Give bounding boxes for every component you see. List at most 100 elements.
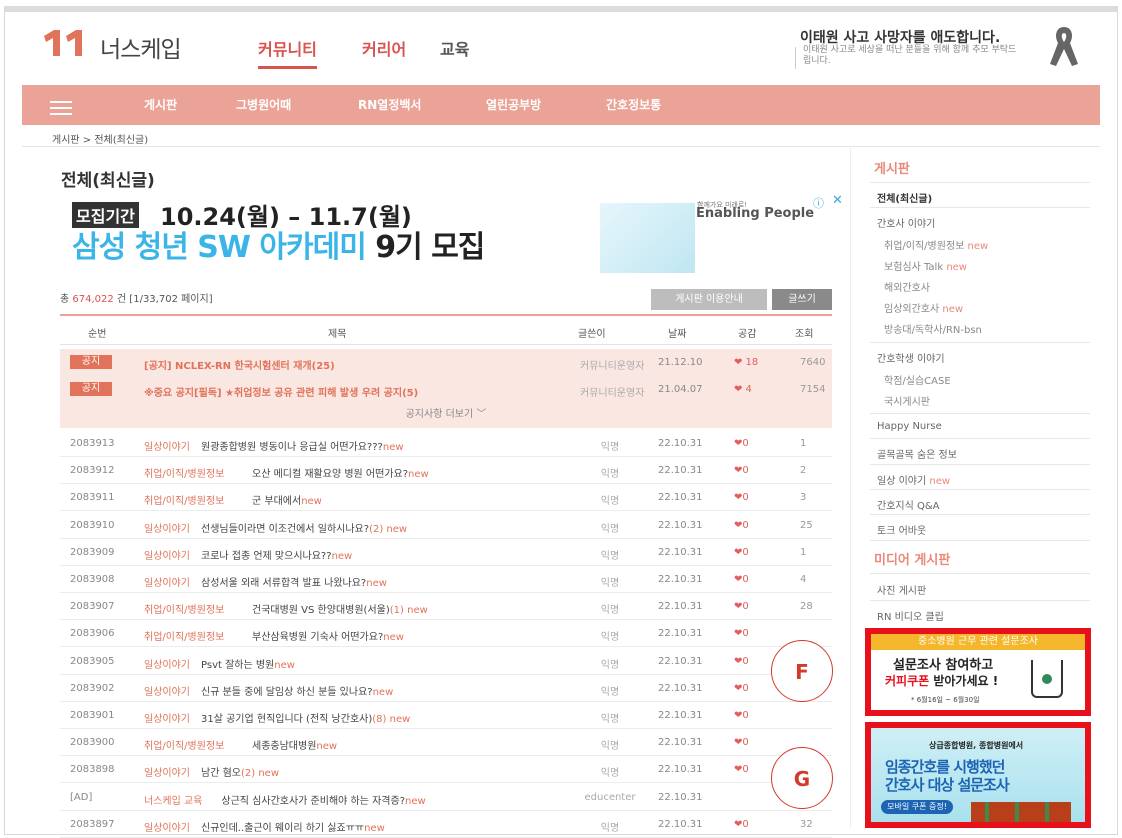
post-category[interactable]: 일상이야기 xyxy=(144,764,190,779)
logo-text[interactable]: 너스케입 xyxy=(100,30,182,64)
post-category[interactable]: 취업/이직/병원정보 xyxy=(144,465,224,480)
post-title[interactable]: 남간 혐오(2) new xyxy=(201,764,279,779)
table-row[interactable]: 2083902 일상이야기 신규 분들 중에 달임상 하신 분들 있나요?new 익명… xyxy=(60,675,832,702)
post-title[interactable]: 코로나 접종 언제 맞으시나요??new xyxy=(201,547,352,562)
sidebar-heading-media: 미디어 게시판 xyxy=(874,553,951,568)
topnav-education[interactable]: 교육 xyxy=(440,36,469,60)
survey-ad-g-button[interactable]: 모바일 쿠폰 증정! xyxy=(881,800,953,814)
post-category[interactable]: 취업/이직/병원정보 xyxy=(144,628,224,643)
survey-ad-g[interactable]: 상급종합병원, 종합병원에서 임종간호를 시행했던 간호사 대상 설문조사 모바… xyxy=(865,722,1091,828)
table-row[interactable]: 2083907 취업/이직/병원정보 건국대병원 VS 한양대병원(서울)(1) n… xyxy=(60,593,832,621)
table-row[interactable]: 2083897 일상이야기 신규인데..출근이 웨이리 하기 싫죠ㅠㅠnew 익명 22… xyxy=(60,811,832,838)
survey-ad-g-line2: 간호사 대상 설문조사 xyxy=(885,776,1010,794)
sidebar-subitem[interactable]: 해외간호사 xyxy=(884,279,930,294)
new-badge: new xyxy=(316,741,338,753)
post-title-text: 남간 혐오 xyxy=(201,768,241,780)
sidebar-subitem[interactable]: 보험심사 Talk new xyxy=(884,258,967,273)
sidebar-subitem-exam[interactable]: 국시게시판 xyxy=(884,393,930,408)
post-category[interactable]: 일상이야기 xyxy=(144,656,190,671)
post-title-text: 세종충남대병원 xyxy=(252,741,317,753)
post-category[interactable]: 일상이야기 xyxy=(144,710,190,725)
sidebar-item-all[interactable]: 전체(최신글) xyxy=(877,190,932,205)
write-button[interactable]: 글쓰기 xyxy=(772,289,832,310)
page-title: 전체(최신글) xyxy=(61,171,155,191)
post-title-text: Psvt 잘하는 병원 xyxy=(201,659,275,671)
post-title-text: 원광종합병원 병동이나 응급실 어떤가요??? xyxy=(201,442,383,453)
navbar-item-info[interactable]: 간호정보통 xyxy=(606,96,661,113)
navbar-item-rn[interactable]: RN열정백서 xyxy=(358,96,421,113)
sidebar-subitem-case[interactable]: 학점/실습CASE xyxy=(884,372,951,387)
sidebar-subitem[interactable]: 임상외간호사 new xyxy=(884,300,963,315)
sidebar-item-photo[interactable]: 사진 게시판 xyxy=(877,582,926,597)
sidebar-item-info[interactable]: 골목골목 숨은 정보 xyxy=(877,446,957,461)
sidebar-subitem-label: 해외간호사 xyxy=(884,283,930,294)
post-category[interactable]: 취업/이직/병원정보 xyxy=(144,492,224,507)
post-title[interactable]: 선생님들이라면 이조건에서 일하시나요?(2) new xyxy=(201,520,407,535)
post-title[interactable]: 신규 분들 중에 달임상 하신 분들 있나요?new xyxy=(201,683,393,698)
sidebar-item-talk[interactable]: 토크 어바웃 xyxy=(877,522,926,537)
post-title-text: 오산 메디컬 재활요양 병원 어떤가요? xyxy=(252,469,409,481)
ad-headline[interactable]: 삼성 청년 SW 아카데미 9기 모집 xyxy=(72,222,485,266)
board-guide-button[interactable]: 게시판 이용안내 xyxy=(651,289,767,310)
sidebar-item-qa[interactable]: 간호지식 Q&A xyxy=(877,497,940,512)
post-category[interactable]: 취업/이직/병원정보 xyxy=(144,737,224,752)
post-title[interactable]: Psvt 잘하는 병원new xyxy=(201,656,295,671)
post-title[interactable]: 신규인데..출근이 웨이리 하기 싫죠ㅠㅠnew xyxy=(201,819,385,834)
table-row[interactable]: 2083910 일상이야기 선생님들이라면 이조건에서 일하시나요?(2) new 익… xyxy=(60,512,832,539)
post-category[interactable]: 취업/이직/병원정보 xyxy=(144,601,224,616)
post-title[interactable]: 상근직 심사간호사가 준비해야 하는 자격증?new xyxy=(221,792,425,807)
ad-info-icon[interactable]: ⓘ xyxy=(813,195,824,211)
logo-icon[interactable] xyxy=(40,28,94,58)
post-category[interactable]: 일상이야기 xyxy=(144,520,190,535)
post-category[interactable]: 일상이야기 xyxy=(144,819,190,834)
table-row[interactable]: 2083912 취업/이직/병원정보 오산 메디컬 재활요양 병원 어떤가요?new… xyxy=(60,457,832,485)
sidebar-divider xyxy=(870,573,1090,574)
table-row[interactable]: 2083905 일상이야기 Psvt 잘하는 병원new 익명 22.10.31 ❤0 xyxy=(60,648,832,675)
post-category[interactable]: 일상이야기 xyxy=(144,547,190,562)
comment-count: (8) xyxy=(372,714,387,725)
post-category[interactable]: 너스케입 교육 xyxy=(144,792,202,807)
sidebar-item-daily[interactable]: 일상 이야기 new xyxy=(877,472,950,487)
table-row[interactable]: 2083898 일상이야기 남간 혐오(2) new 익명 22.10.31 ❤0 xyxy=(60,756,832,784)
sidebar-item-happy-nurse[interactable]: Happy Nurse xyxy=(877,421,942,432)
sidebar-subitem[interactable]: 취업/이직/병원정보 new xyxy=(884,237,988,252)
table-row[interactable]: 2083906 취업/이직/병원정보 부산삼육병원 기숙사 어떤가요?new 익명 22… xyxy=(60,620,832,648)
post-title[interactable]: 오산 메디컬 재활요양 병원 어떤가요?new xyxy=(252,465,429,480)
navbar-item-hospital[interactable]: 그병원어때 xyxy=(236,96,291,113)
post-title[interactable]: 군 부대에서new xyxy=(252,492,322,507)
post-title[interactable]: 31살 공기업 현직입니다 (전직 낭간호사)(8) new xyxy=(201,710,410,725)
survey-ad-f[interactable]: 중소병원 근무 관련 설문조사 설문조사 참여하고 커피쿠폰 받아가세요 ! *… xyxy=(865,628,1091,716)
table-row-notice[interactable]: 공지 [공지] NCLEX-RN 한국시험센터 재개(25) 커뮤니티운영자 21.1… xyxy=(60,349,832,376)
sidebar-subitem[interactable]: 방송대/독학사/RN-bsn xyxy=(884,321,982,336)
ad-close-icon[interactable]: ✕ xyxy=(832,193,843,208)
post-category[interactable]: 일상이야기 xyxy=(144,438,190,453)
table-row[interactable]: 2083913 일상이야기 원광종합병원 병동이나 응급실 어떤가요???new 익명… xyxy=(60,430,832,457)
table-row-notice[interactable]: 공지 ※중요 공지[필독] ★취업정보 공유 관련 피해 발생 우려 공지(5) 커… xyxy=(60,376,832,403)
more-notices-button[interactable]: 공지사항 더보기 ﹀ xyxy=(60,402,832,428)
sidebar-item-video[interactable]: RN 비디오 클립 xyxy=(877,608,944,623)
table-row[interactable]: 2083900 취업/이직/병원정보 세종충남대병원new 익명 22.10.31 ❤0 xyxy=(60,729,832,757)
post-title[interactable]: [공지] NCLEX-RN 한국시험센터 재개(25) xyxy=(144,357,335,372)
post-title[interactable]: 건국대병원 VS 한양대병원(서울)(1) new xyxy=(252,601,428,616)
post-title[interactable]: 원광종합병원 병동이나 응급실 어떤가요???new xyxy=(201,438,404,453)
table-row[interactable]: 2083909 일상이야기 코로나 접종 언제 맞으시나요??new 익명 22.10.… xyxy=(60,539,832,566)
topnav-career[interactable]: 커리어 xyxy=(362,36,406,60)
post-category[interactable]: 일상이야기 xyxy=(144,574,190,589)
navbar-item-board[interactable]: 게시판 xyxy=(144,96,177,113)
table-row[interactable]: [AD] 너스케입 교육 상근직 심사간호사가 준비해야 하는 자격증?new edu… xyxy=(60,784,832,811)
post-title[interactable]: 삼성서울 외래 서류합격 발표 나왔나요?new xyxy=(201,574,387,589)
navbar-item-study[interactable]: 열린공부방 xyxy=(486,96,541,113)
table-row[interactable]: 2083911 취업/이직/병원정보 군 부대에서new 익명 22.10.31 ❤0 3 xyxy=(60,484,832,512)
post-category[interactable]: 일상이야기 xyxy=(144,683,190,698)
table-row[interactable]: 2083901 일상이야기 31살 공기업 현직입니다 (전직 낭간호사)(8) n… xyxy=(60,702,832,729)
post-title[interactable]: 세종충남대병원new xyxy=(252,737,337,752)
post-title[interactable]: 부산삼육병원 기숙사 어떤가요?new xyxy=(252,628,404,643)
post-title[interactable]: ※중요 공지[필독] ★취업정보 공유 관련 피해 발생 우려 공지(5) xyxy=(144,384,418,399)
sidebar-item-student-story[interactable]: 간호학생 이야기 xyxy=(877,350,945,365)
post-date: 22.10.31 xyxy=(658,737,703,749)
topnav-community[interactable]: 커뮤니티 xyxy=(258,36,317,69)
post-number: 2083912 xyxy=(70,465,115,477)
table-row[interactable]: 2083908 일상이야기 삼성서울 외래 서류합격 발표 나왔나요?new 익명 22… xyxy=(60,566,832,593)
sidebar-item-nurse-story[interactable]: 간호사 이야기 xyxy=(877,215,935,230)
menu-icon[interactable] xyxy=(50,101,72,115)
